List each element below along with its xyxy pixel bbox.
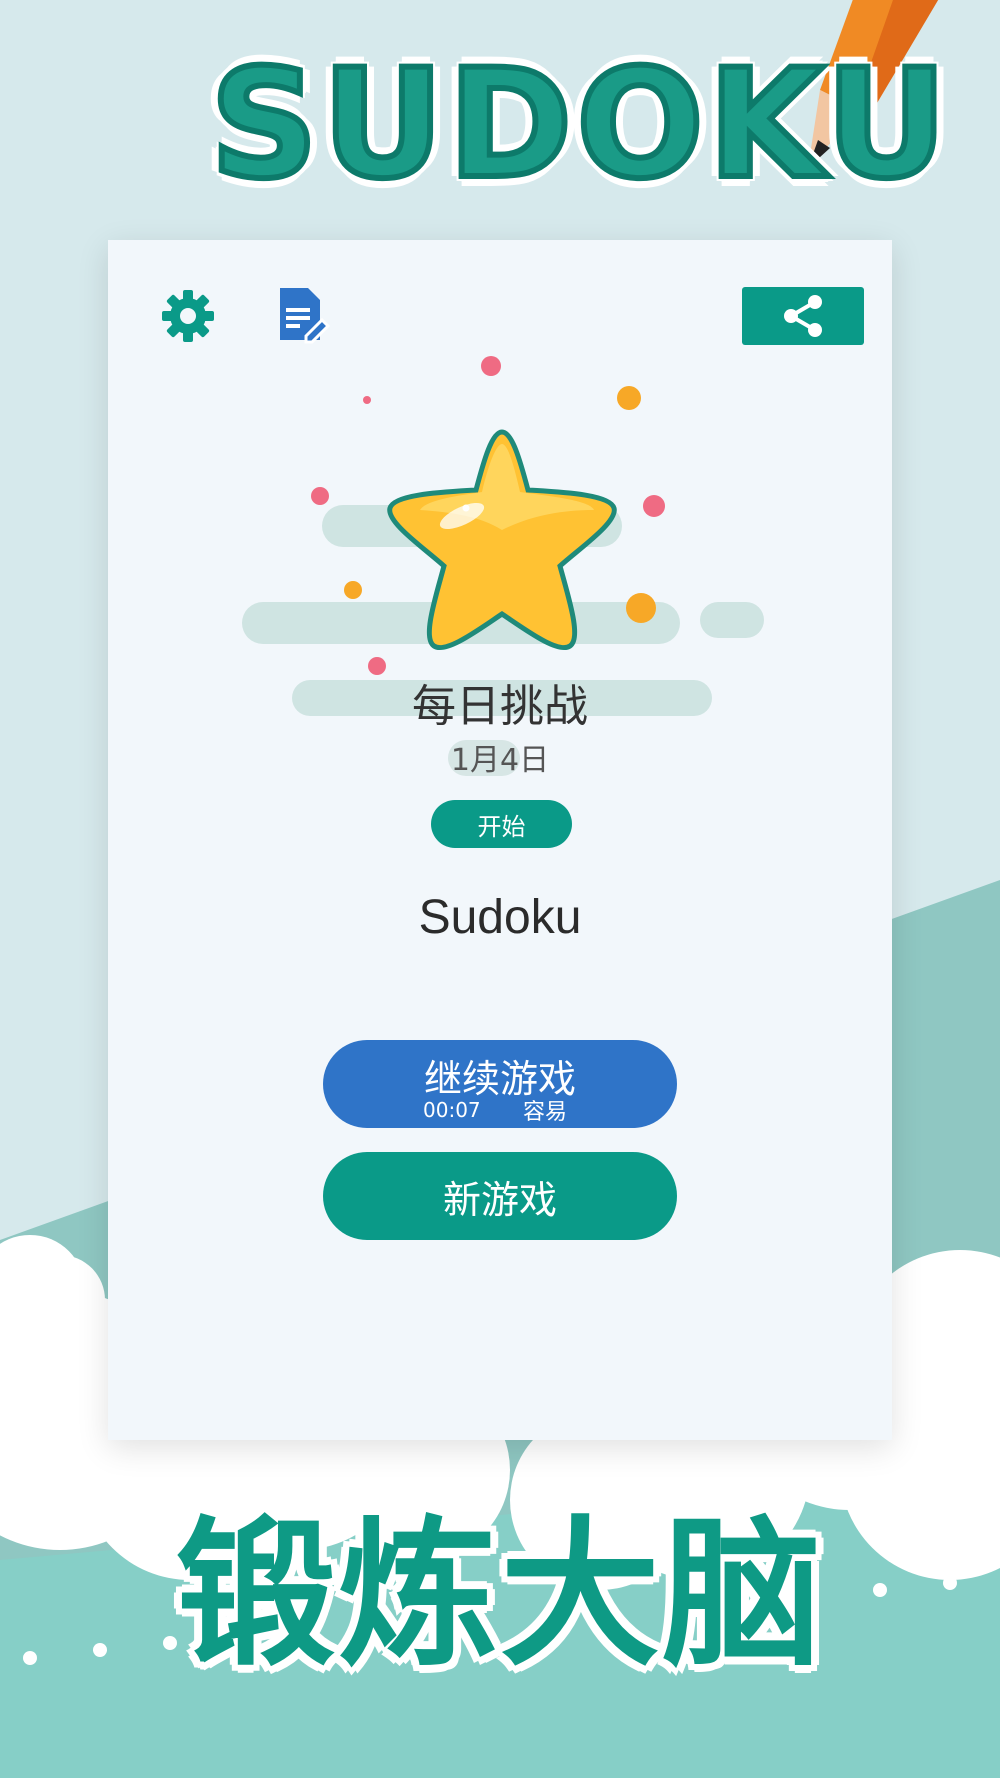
share-icon: [784, 295, 822, 337]
continue-game-time: 00:07: [423, 1098, 481, 1122]
continue-game-label: 继续游戏: [423, 1057, 576, 1101]
notes-icon[interactable]: [276, 284, 332, 344]
daily-challenge-title: 每日挑战: [412, 681, 588, 732]
continue-game-difficulty: 容易: [523, 1100, 568, 1125]
app-name: Sudoku: [418, 891, 582, 944]
start-daily-button[interactable]: 开始: [431, 800, 572, 848]
promo-slogan: 锻炼大脑: [175, 1501, 824, 1688]
share-button[interactable]: [742, 287, 864, 345]
gear-icon[interactable]: [160, 288, 216, 344]
promo-title: SUDOKU: [207, 37, 952, 213]
daily-challenge-date: 1月4日: [450, 743, 550, 778]
new-game-button[interactable]: 新游戏: [323, 1152, 677, 1240]
continue-game-button[interactable]: 继续游戏 00:07 容易: [323, 1040, 677, 1128]
